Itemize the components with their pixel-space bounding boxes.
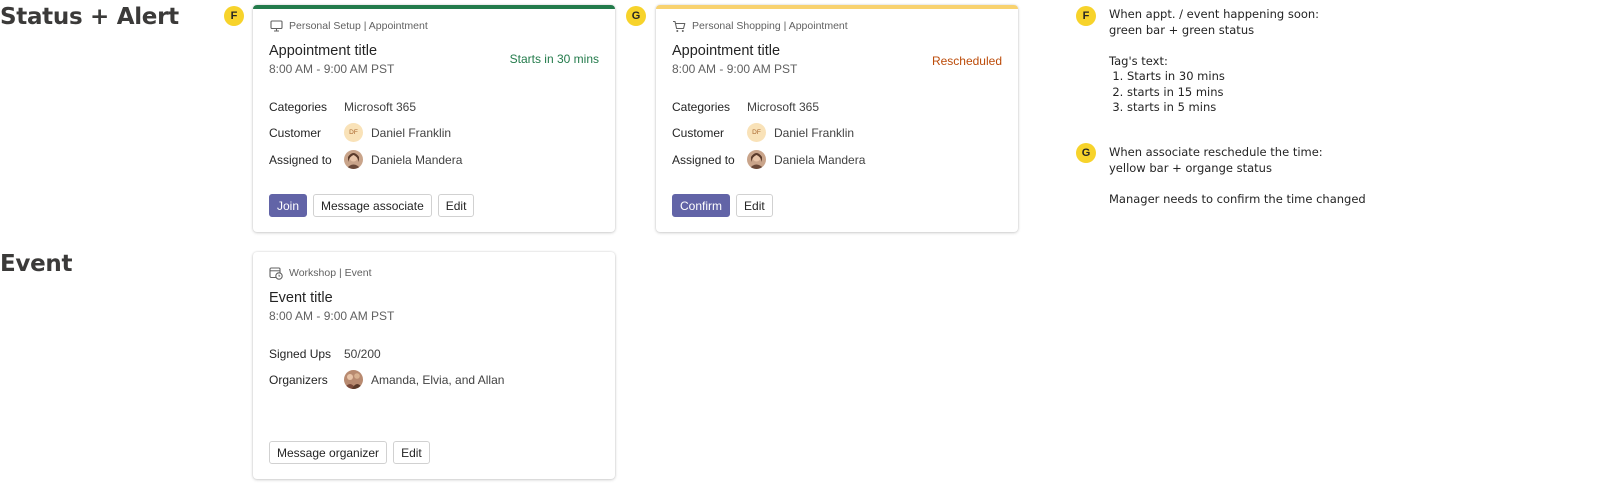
row-label: Signed Ups (269, 347, 332, 361)
row-customer: Customer DF Daniel Franklin (672, 123, 854, 142)
card-actions: Message organizer Edit (269, 441, 430, 464)
row-signed-ups: Signed Ups 50/200 (269, 347, 381, 361)
confirm-button[interactable]: Confirm (672, 194, 731, 217)
row-customer: Customer DF Daniel Franklin (269, 123, 451, 142)
group-avatar (344, 370, 363, 389)
categories-value: Microsoft 365 (747, 100, 820, 114)
row-value: DF Daniel Franklin (344, 123, 451, 142)
row-label: Organizers (269, 372, 328, 387)
row-categories: Categories Microsoft 365 (672, 100, 819, 114)
card-header: Personal Shopping | Appointment (672, 19, 848, 33)
list-item: Starts in 30 mins (1127, 69, 1409, 85)
monitor-icon (269, 19, 283, 33)
customer-name[interactable]: Daniel Franklin (774, 126, 854, 140)
appointment-card-setup[interactable]: Personal Setup | Appointment Appointment… (253, 5, 615, 232)
appointment-card-shopping[interactable]: Personal Shopping | Appointment Appointm… (656, 5, 1018, 232)
row-label: Customer (672, 125, 725, 140)
avatar: DF (344, 123, 363, 142)
edit-button[interactable]: Edit (393, 441, 430, 464)
categories-value: Microsoft 365 (344, 100, 417, 114)
row-assigned: Assigned to Daniela Mandera (672, 150, 865, 169)
card-meta: Personal Shopping | Appointment (692, 20, 848, 32)
card-actions: Join Message associate Edit (269, 194, 475, 217)
note-line: green bar + green status (1109, 22, 1255, 37)
assignee-name[interactable]: Daniela Mandera (774, 153, 865, 167)
avatar: DF (747, 123, 766, 142)
message-organizer-button[interactable]: Message organizer (269, 441, 388, 464)
row-value: Amanda, Elvia, and Allan (344, 370, 504, 389)
card-header: Personal Setup | Appointment (269, 19, 428, 33)
row-value: Microsoft 365 (747, 100, 819, 114)
note-line: When appt. / event happening soon: (1109, 7, 1320, 21)
row-assigned: Assigned to Daniela Mandera (269, 150, 462, 169)
card-title: Appointment title (269, 43, 378, 59)
status-bar-yellow (656, 5, 1018, 9)
section-title-status-alert: Status + Alert (0, 4, 179, 30)
marker-g: G (626, 6, 646, 26)
card-header: Workshop | Event (269, 266, 372, 280)
edit-button[interactable]: Edit (437, 194, 475, 217)
status-tag: Rescheduled (931, 54, 1002, 68)
avatar (747, 150, 766, 169)
note-g: When associate reschedule the time: yell… (1109, 145, 1429, 207)
avatar (344, 150, 363, 169)
row-label: Assigned to (269, 152, 332, 167)
row-value: Daniela Mandera (344, 150, 462, 169)
row-label: Customer (269, 125, 322, 140)
row-value: 50/200 (344, 347, 381, 361)
row-value: Daniela Mandera (747, 150, 865, 169)
note-line: Tag's text: (1109, 53, 1168, 68)
customer-name[interactable]: Daniel Franklin (371, 126, 451, 140)
status-bar-green (253, 5, 615, 9)
marker-g-note: G (1076, 143, 1096, 163)
edit-button[interactable]: Edit (736, 194, 773, 217)
note-line: When associate reschedule the time: (1109, 145, 1323, 159)
card-time: 8:00 AM - 9:00 AM PST (269, 62, 395, 76)
card-title: Event title (269, 290, 333, 306)
row-value: DF Daniel Franklin (747, 123, 854, 142)
join-button[interactable]: Join (269, 194, 308, 217)
section-title-event: Event (0, 251, 73, 277)
row-label: Assigned to (672, 152, 735, 167)
signups-value: 50/200 (344, 347, 381, 361)
card-time: 8:00 AM - 9:00 AM PST (672, 62, 798, 76)
row-value: Microsoft 365 (344, 100, 416, 114)
card-actions: Confirm Edit (672, 194, 773, 217)
assignee-name[interactable]: Daniela Mandera (371, 153, 462, 167)
marker-f-note: F (1076, 6, 1096, 26)
card-meta: Personal Setup | Appointment (289, 20, 428, 32)
message-associate-button[interactable]: Message associate (313, 194, 432, 217)
row-label: Categories (672, 100, 731, 114)
note-line: Manager needs to confirm the time change… (1109, 191, 1366, 206)
card-meta: Workshop | Event (289, 267, 372, 279)
tag-text-list: Starts in 30 mins starts in 15 mins star… (1109, 69, 1409, 116)
shopping-cart-icon (672, 19, 686, 33)
event-card-workshop[interactable]: Workshop | Event Event title 8:00 AM - 9… (253, 252, 615, 479)
status-tag: Starts in 30 mins (509, 52, 599, 66)
row-organizers: Organizers Amanda, Elvia, and Allan (269, 370, 504, 389)
calendar-clock-icon (269, 266, 283, 280)
card-title: Appointment title (672, 43, 781, 59)
organizers-names[interactable]: Amanda, Elvia, and Allan (371, 373, 504, 387)
list-item: starts in 15 mins (1127, 85, 1409, 101)
list-item: starts in 5 mins (1127, 100, 1409, 116)
note-line: yellow bar + organge status (1109, 160, 1272, 175)
row-label: Categories (269, 100, 328, 114)
marker-f: F (224, 6, 244, 26)
note-f: When appt. / event happening soon: green… (1109, 7, 1409, 116)
card-time: 8:00 AM - 9:00 AM PST (269, 309, 395, 323)
row-categories: Categories Microsoft 365 (269, 100, 416, 114)
